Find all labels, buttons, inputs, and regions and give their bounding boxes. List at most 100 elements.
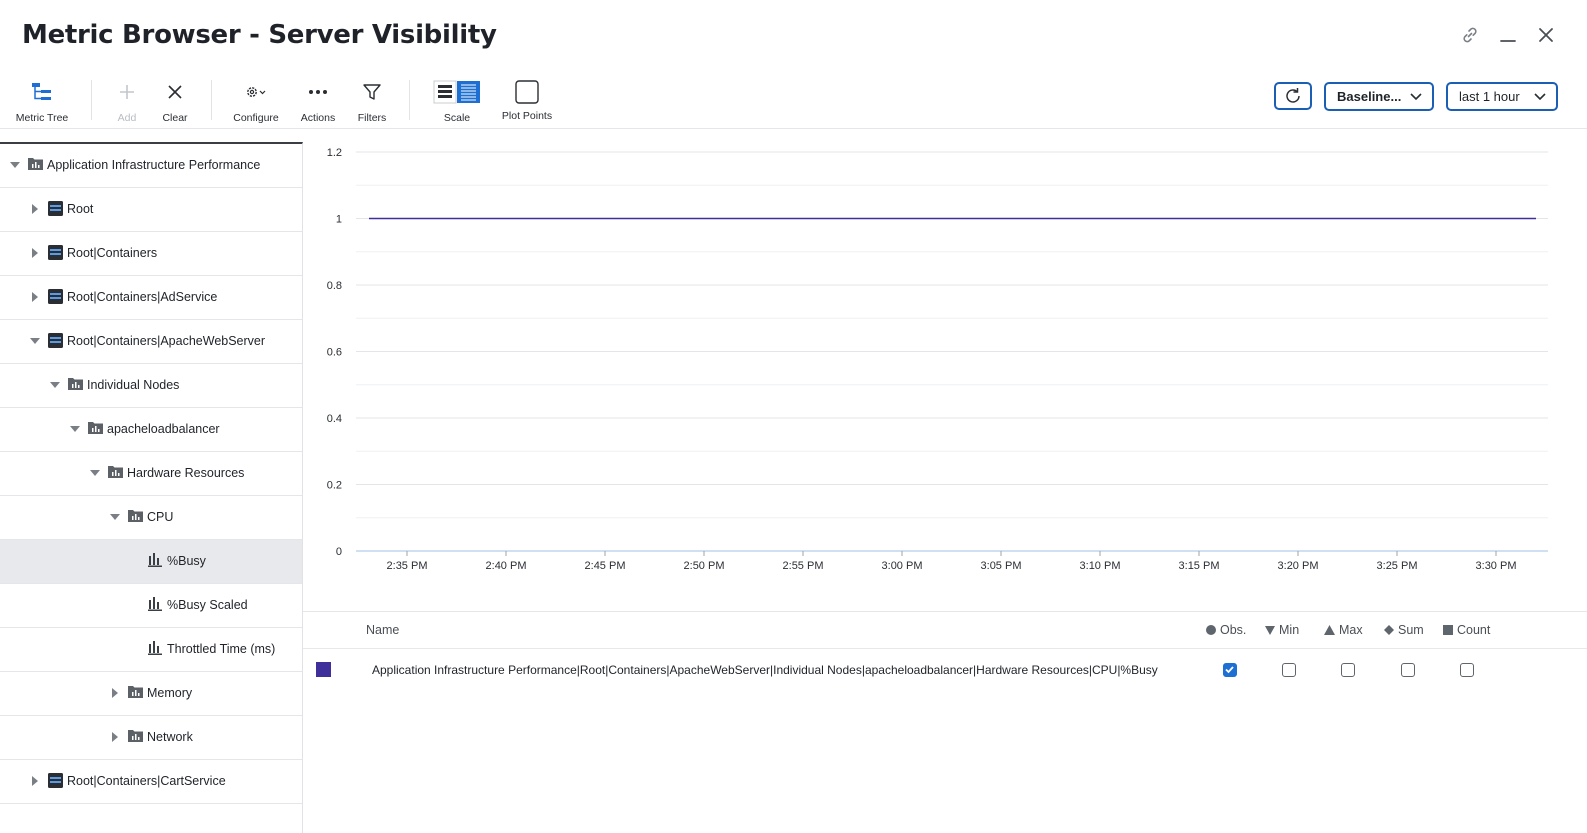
caret-down-icon[interactable] xyxy=(50,380,60,390)
tree-item[interactable]: Root|Containers xyxy=(0,232,302,276)
check-icon xyxy=(1225,666,1234,674)
tree-item[interactable]: Root|Containers|AdService xyxy=(0,276,302,320)
tree-item-label: Network xyxy=(147,730,193,744)
time-range-dropdown[interactable]: last 1 hour xyxy=(1446,82,1558,111)
caret-right-icon[interactable] xyxy=(30,248,40,258)
caret-down-icon[interactable] xyxy=(30,336,40,346)
metric-bar-icon xyxy=(148,553,164,567)
folder-chart-icon xyxy=(28,157,44,171)
tree-item[interactable]: Individual Nodes xyxy=(0,364,302,408)
triangle-down-icon xyxy=(1265,626,1275,635)
folder-chart-icon xyxy=(128,509,144,523)
refresh-button[interactable] xyxy=(1274,82,1312,110)
server-icon xyxy=(48,333,64,348)
metric-bar-icon xyxy=(148,641,164,655)
tree-item-label: Root|Containers xyxy=(67,246,158,260)
tree-item[interactable]: %Busy Scaled xyxy=(0,584,302,628)
window-controls xyxy=(1459,24,1557,46)
y-tick-label: 1.2 xyxy=(327,147,342,159)
legend-row: Application Infrastructure Performance|R… xyxy=(303,649,1587,689)
tree-item-label: %Busy Scaled xyxy=(167,598,248,612)
baseline-dropdown[interactable]: Baseline... xyxy=(1324,82,1434,111)
caret-down-icon[interactable] xyxy=(10,160,20,170)
caret-down-icon[interactable] xyxy=(110,512,120,522)
toolbar-divider xyxy=(211,80,212,120)
folder-chart-icon xyxy=(128,685,144,699)
tree-item-label: Individual Nodes xyxy=(87,378,180,392)
scale-toggle[interactable]: Scale xyxy=(422,80,492,124)
link-icon[interactable] xyxy=(1459,24,1481,46)
metric-tree: Application Infrastructure Performance Ro… xyxy=(0,142,303,833)
diamond-icon xyxy=(1384,625,1394,635)
caret-right-icon[interactable] xyxy=(30,204,40,214)
tree-item-label: Throttled Time (ms) xyxy=(167,642,276,656)
x-tick-label: 2:40 PM xyxy=(486,560,527,572)
caret-right-icon[interactable] xyxy=(30,776,40,786)
folder-chart-icon xyxy=(108,465,124,479)
caret-right-icon[interactable] xyxy=(110,688,120,698)
tree-item[interactable]: Root|Containers|ApacheWebServer xyxy=(0,320,302,364)
x-tick-label: 3:15 PM xyxy=(1179,560,1220,572)
tree-item[interactable]: Application Infrastructure Performance xyxy=(0,144,302,188)
tree-item-label: Root|Containers|AdService xyxy=(67,290,218,304)
metric-tree-icon xyxy=(31,80,53,104)
caret-down-icon[interactable] xyxy=(70,424,80,434)
metric-legend: Name Obs. Min Max Sum Count Application … xyxy=(303,611,1587,832)
legend-max-header: Max xyxy=(1324,623,1363,637)
configure-button[interactable]: Configure xyxy=(221,80,291,124)
filter-icon xyxy=(362,80,382,104)
tree-item[interactable]: Network xyxy=(0,716,302,760)
x-tick-label: 2:45 PM xyxy=(585,560,626,572)
circle-icon xyxy=(1206,625,1216,635)
min-checkbox[interactable] xyxy=(1282,663,1296,677)
tree-item[interactable]: CPU xyxy=(0,496,302,540)
filters-button[interactable]: Filters xyxy=(337,80,407,124)
folder-chart-icon xyxy=(128,729,144,743)
tree-item[interactable]: Root|Containers|CartService xyxy=(0,760,302,804)
close-icon[interactable] xyxy=(1535,24,1557,46)
x-tick-label: 3:20 PM xyxy=(1278,560,1319,572)
header: Metric Browser - Server Visibility xyxy=(0,0,1587,72)
more-icon xyxy=(308,80,328,104)
caret-down-icon[interactable] xyxy=(90,468,100,478)
tree-item[interactable]: Throttled Time (ms) xyxy=(0,628,302,672)
scale-icon xyxy=(433,80,481,104)
tree-item-label: apacheloadbalancer xyxy=(107,422,220,436)
x-tick-label: 2:35 PM xyxy=(387,560,428,572)
tree-item-label: Hardware Resources xyxy=(127,466,245,480)
legend-header: Name Obs. Min Max Sum Count xyxy=(303,612,1587,649)
minimize-icon[interactable] xyxy=(1497,24,1519,46)
y-tick-label: 0.8 xyxy=(327,280,342,292)
caret-right-icon[interactable] xyxy=(110,732,120,742)
server-icon xyxy=(48,289,64,304)
folder-chart-icon xyxy=(88,421,104,435)
tree-item[interactable]: %Busy xyxy=(0,540,302,584)
square-icon xyxy=(514,80,540,104)
tree-item-label: CPU xyxy=(147,510,174,524)
series-name: Application Infrastructure Performance|R… xyxy=(372,663,1158,677)
metric-chart: 0 0.2 0.4 0.6 0.8 1 1.2 2:35 PM 2:40 PM 2:45 PM 2:… xyxy=(303,129,1587,611)
triangle-up-icon xyxy=(1324,625,1335,635)
count-checkbox[interactable] xyxy=(1460,663,1474,677)
tree-item[interactable]: apacheloadbalancer xyxy=(0,408,302,452)
sum-checkbox[interactable] xyxy=(1401,663,1415,677)
tree-item-label: %Busy xyxy=(167,554,206,568)
obs-checkbox[interactable] xyxy=(1223,663,1237,677)
tree-item[interactable]: Root xyxy=(0,188,302,232)
x-icon xyxy=(166,80,184,104)
x-tick-label: 3:30 PM xyxy=(1476,560,1517,572)
x-tick-label: 3:25 PM xyxy=(1377,560,1418,572)
plot-points-toggle[interactable]: Plot Points xyxy=(492,80,562,122)
metric-tree-button[interactable]: Metric Tree xyxy=(7,80,77,124)
tree-item-label: Root|Containers|CartService xyxy=(67,774,226,788)
max-checkbox[interactable] xyxy=(1341,663,1355,677)
tree-item[interactable]: Hardware Resources xyxy=(0,452,302,496)
refresh-icon xyxy=(1286,88,1300,103)
clear-button[interactable]: Clear xyxy=(140,80,210,124)
folder-chart-icon xyxy=(68,377,84,391)
tree-item[interactable]: Memory xyxy=(0,672,302,716)
y-tick-label: 0.2 xyxy=(327,480,342,492)
server-icon xyxy=(48,201,64,216)
x-tick-label: 2:50 PM xyxy=(684,560,725,572)
caret-right-icon[interactable] xyxy=(30,292,40,302)
